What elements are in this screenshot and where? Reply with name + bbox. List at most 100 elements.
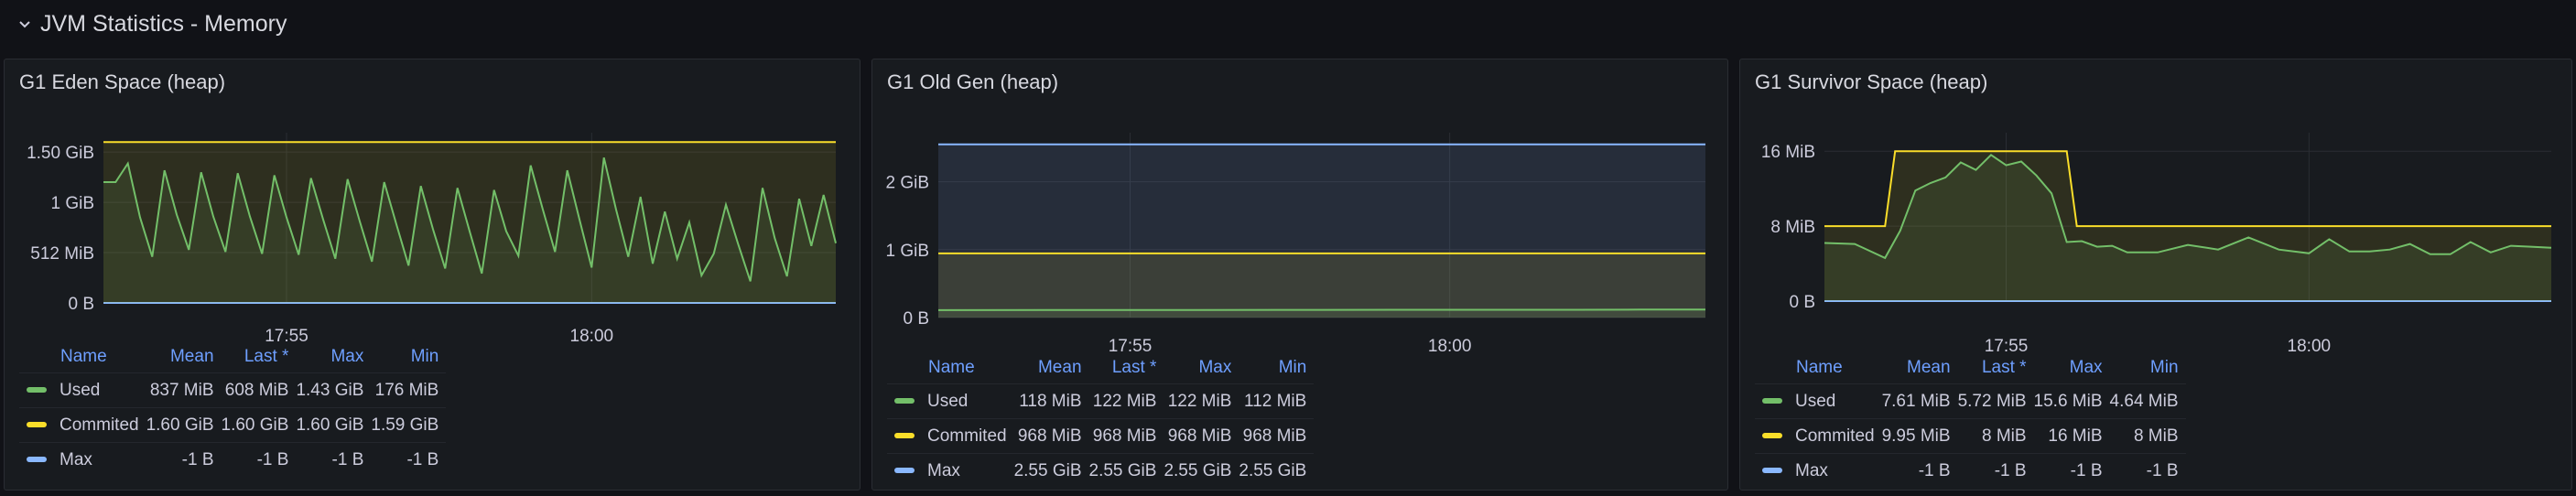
min-value: 968 MiB — [1239, 418, 1315, 454]
series-name: Commited — [60, 415, 139, 435]
mean-value: 9.95 MiB — [1881, 418, 1958, 454]
last-value: 5.72 MiB — [1957, 383, 2034, 419]
max-value: 968 MiB — [1164, 418, 1239, 454]
x-tick-label: 17:55 — [1985, 337, 2029, 352]
y-tick-label: 1 GiB — [50, 194, 94, 213]
last-value: 2.55 GiB — [1088, 453, 1164, 488]
chart-survivor-space[interactable]: 0 B 8 MiB 16 MiB 17:55 18:00 — [1740, 59, 2573, 352]
series-name: Used — [1795, 391, 1836, 411]
max-value: -1 B — [2033, 453, 2110, 488]
max-value: 2.55 GiB — [1164, 453, 1239, 488]
legend-table: Name Mean Last * Max Min Used 7.61 MiB 5… — [1755, 352, 2186, 488]
max-value: 122 MiB — [1164, 383, 1239, 419]
commited-series-swatch — [894, 433, 915, 439]
max-series-swatch — [894, 468, 915, 474]
series-name: Commited — [927, 426, 1007, 446]
legend-row-used[interactable]: Used 118 MiB 122 MiB 122 MiB 112 MiB — [887, 383, 1315, 419]
max-value: 16 MiB — [2033, 418, 2110, 454]
legend-header-min[interactable]: Min — [2110, 352, 2186, 384]
panel-eden-space[interactable]: G1 Eden Space (heap) 0 B 512 MiB 1 GiB 1.50… — [4, 59, 860, 491]
last-value: -1 B — [221, 442, 297, 477]
max-value: 1.60 GiB — [296, 407, 372, 443]
legend-row-used[interactable]: Used 837 MiB 608 MiB 1.43 GiB 176 MiB — [19, 372, 447, 408]
legend-row-commited[interactable]: Commited 9.95 MiB 8 MiB 16 MiB 8 MiB — [1755, 418, 2186, 454]
mean-value: -1 B — [146, 442, 222, 477]
legend-row-max[interactable]: Max 2.55 GiB 2.55 GiB 2.55 GiB 2.55 GiB — [887, 453, 1315, 488]
series-name: Max — [60, 449, 92, 469]
series-name: Commited — [1795, 426, 1875, 446]
x-tick-label: 17:55 — [1109, 337, 1153, 352]
last-value: 608 MiB — [221, 372, 297, 408]
x-tick-label: 18:00 — [2288, 337, 2332, 352]
legend-header-last[interactable]: Last * — [222, 341, 297, 373]
y-tick-label: 0 B — [903, 309, 929, 329]
min-value: 1.59 GiB — [371, 407, 447, 443]
legend-table: Name Mean Last * Max Min Used 118 MiB 12… — [887, 352, 1315, 488]
last-value: 122 MiB — [1088, 383, 1164, 419]
series-name: Max — [1795, 460, 1828, 480]
legend-header-mean[interactable]: Mean — [146, 341, 222, 373]
mean-value: -1 B — [1881, 453, 1958, 488]
series-line-used — [937, 308, 1706, 311]
series-name: Used — [927, 391, 969, 411]
used-series-swatch — [894, 398, 915, 404]
legend-header-max[interactable]: Max — [1164, 352, 1239, 384]
used-series-swatch — [27, 387, 47, 394]
legend-header-last[interactable]: Last * — [1089, 352, 1164, 384]
min-value: 4.64 MiB — [2109, 383, 2186, 419]
legend-header-name[interactable]: Name — [1755, 352, 1882, 384]
commited-series-swatch — [27, 422, 47, 428]
series-name: Used — [60, 380, 101, 400]
legend-row-commited[interactable]: Commited 1.60 GiB 1.60 GiB 1.60 GiB 1.59… — [19, 407, 447, 443]
legend-row-used[interactable]: Used 7.61 MiB 5.72 MiB 15.6 MiB 4.64 MiB — [1755, 383, 2186, 419]
legend-header-name[interactable]: Name — [887, 352, 1014, 384]
legend-header-last[interactable]: Last * — [1958, 352, 2034, 384]
max-series-swatch — [1762, 468, 1782, 474]
series-area-commited — [938, 253, 1705, 318]
legend-header-mean[interactable]: Mean — [1014, 352, 1089, 384]
mean-value: 837 MiB — [146, 372, 222, 408]
legend-header-max[interactable]: Max — [2034, 352, 2110, 384]
y-tick-label: 1 GiB — [885, 242, 929, 261]
x-tick-label: 18:00 — [1428, 337, 1472, 352]
mean-value: 7.61 MiB — [1881, 383, 1958, 419]
y-tick-label: 0 B — [1789, 293, 1815, 312]
legend-header-name[interactable]: Name — [19, 341, 146, 373]
chart-old-gen[interactable]: 0 B 1 GiB 2 GiB 17:55 18:00 — [872, 59, 1729, 352]
min-value: -1 B — [2109, 453, 2186, 488]
min-value: 2.55 GiB — [1239, 453, 1315, 488]
min-value: 176 MiB — [371, 372, 447, 408]
legend-row-commited[interactable]: Commited 968 MiB 968 MiB 968 MiB 968 MiB — [887, 418, 1315, 454]
y-tick-label: 0 B — [68, 295, 94, 314]
legend-row-max[interactable]: Max -1 B -1 B -1 B -1 B — [1755, 453, 2186, 488]
max-value: 1.43 GiB — [296, 372, 372, 408]
last-value: 968 MiB — [1088, 418, 1164, 454]
legend-header-min[interactable]: Min — [1239, 352, 1314, 384]
panel-old-gen[interactable]: G1 Old Gen (heap) 0 B1 GiB 2 GiB 17:55 18:0… — [871, 59, 1728, 491]
row-header[interactable]: JVM Statistics - Memory — [16, 5, 287, 42]
y-tick-label: 512 MiB — [30, 244, 94, 264]
panel-survivor-space[interactable]: G1 Survivor Space (heap) 0 B8 MiB 16 MiB 1… — [1739, 59, 2572, 491]
max-series-swatch — [27, 457, 47, 463]
x-tick-label: 18:00 — [570, 327, 614, 346]
last-value: 1.60 GiB — [221, 407, 297, 443]
series-name: Max — [927, 460, 960, 480]
last-value: 8 MiB — [1957, 418, 2034, 454]
max-value: 15.6 MiB — [2033, 383, 2110, 419]
legend-header-mean[interactable]: Mean — [1882, 352, 1958, 384]
legend-row-max[interactable]: Max -1 B -1 B -1 B -1 B — [19, 442, 447, 477]
row-title: JVM Statistics - Memory — [40, 10, 287, 37]
legend-table: Name Mean Last * Max Min Used 837 MiB 60… — [19, 341, 447, 477]
y-tick-label: 8 MiB — [1770, 218, 1815, 237]
y-tick-label: 1.50 GiB — [27, 144, 94, 163]
chevron-down-icon[interactable] — [16, 16, 33, 32]
legend-header-max[interactable]: Max — [296, 341, 371, 373]
min-value: -1 B — [371, 442, 447, 477]
min-value: 112 MiB — [1239, 383, 1315, 419]
min-value: 8 MiB — [2109, 418, 2186, 454]
chart-eden-space[interactable]: 0 B512 MiB1 GiB1.50 GiB17:55 18:00 — [5, 59, 861, 352]
legend-header-min[interactable]: Min — [371, 341, 446, 373]
max-value: -1 B — [296, 442, 372, 477]
commited-series-swatch — [1762, 433, 1782, 439]
mean-value: 2.55 GiB — [1013, 453, 1089, 488]
